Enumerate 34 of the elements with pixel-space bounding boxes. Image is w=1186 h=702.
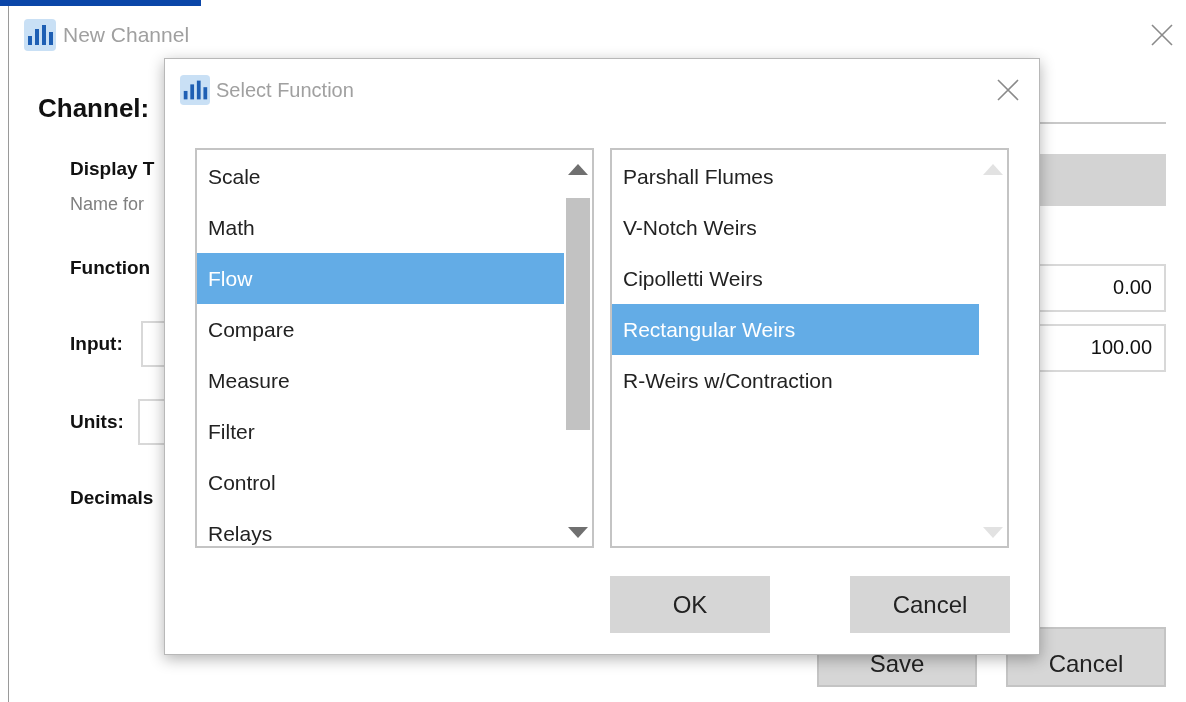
category-item[interactable]: Relays [197,508,564,546]
decimals-label: Decimals [70,486,154,510]
scroll-up-icon [981,162,1005,176]
window-title: New Channel [63,23,190,47]
channel-heading: Channel: [38,92,150,124]
input-label: Input: [70,332,123,356]
bar-chart-icon [24,19,56,51]
display-label: Display T [70,157,155,181]
category-list[interactable]: Scale Math Flow Compare Measure Filter Control Relays [195,148,594,548]
category-item[interactable]: Scale [197,151,564,202]
category-item[interactable]: Filter [197,406,564,457]
scroll-down-icon[interactable] [566,526,590,540]
category-item[interactable]: Control [197,457,564,508]
cancel-button[interactable]: Cancel [850,576,1010,633]
function-item[interactable]: R-Weirs w/Contraction [612,355,979,406]
close-icon[interactable] [997,79,1019,101]
cancel-button[interactable]: Cancel [1006,627,1166,687]
bar-chart-icon [180,75,210,105]
function-item[interactable]: Parshall Flumes [612,151,979,202]
display-hint: Name for [70,194,145,215]
scroll-up-icon[interactable] [566,162,590,176]
scrollbar-thumb[interactable] [566,198,590,430]
dialog-title: Select Function [216,78,354,102]
scroll-down-icon [981,526,1005,540]
close-icon[interactable] [1151,24,1173,46]
function-item[interactable]: V-Notch Weirs [612,202,979,253]
function-list[interactable]: Parshall Flumes V-Notch Weirs Cipolletti Weirs Rectangular Weirs R-Weirs w/Contraction [610,148,1009,548]
units-label: Units: [70,410,124,434]
function-label: Function [70,256,151,280]
category-item[interactable]: Math [197,202,564,253]
function-item[interactable]: Cipolletti Weirs [612,253,979,304]
ok-button[interactable]: OK [610,576,770,633]
category-item[interactable]: Measure [197,355,564,406]
category-item[interactable]: Compare [197,304,564,355]
